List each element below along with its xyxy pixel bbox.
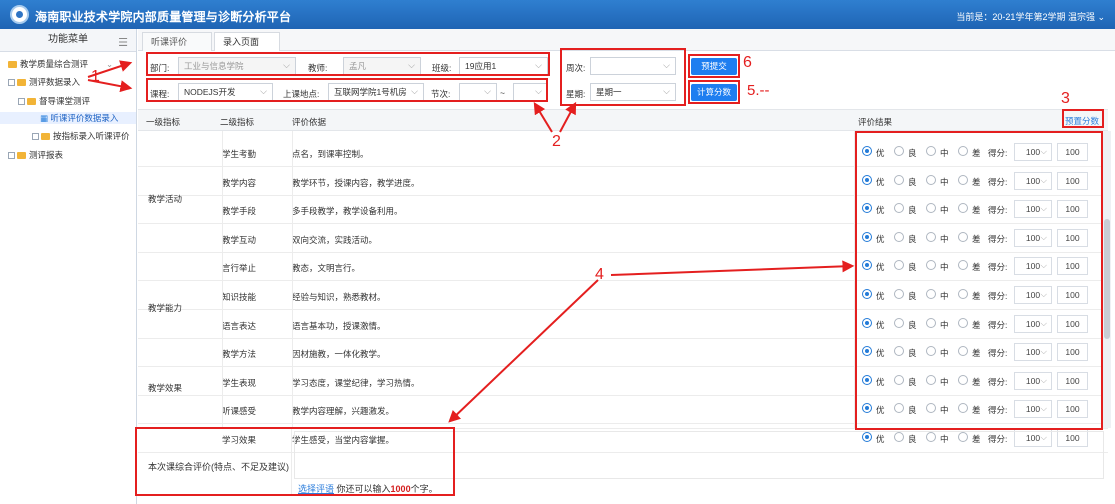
arrow-4-left (448, 279, 599, 423)
arrow-1-top (87, 60, 133, 78)
arrow-4-right (610, 260, 855, 276)
arrow-2-left (533, 101, 553, 133)
arrow-1-bottom (87, 79, 133, 93)
arrow-2-right (559, 101, 577, 133)
annotation-arrows (87, 60, 855, 423)
